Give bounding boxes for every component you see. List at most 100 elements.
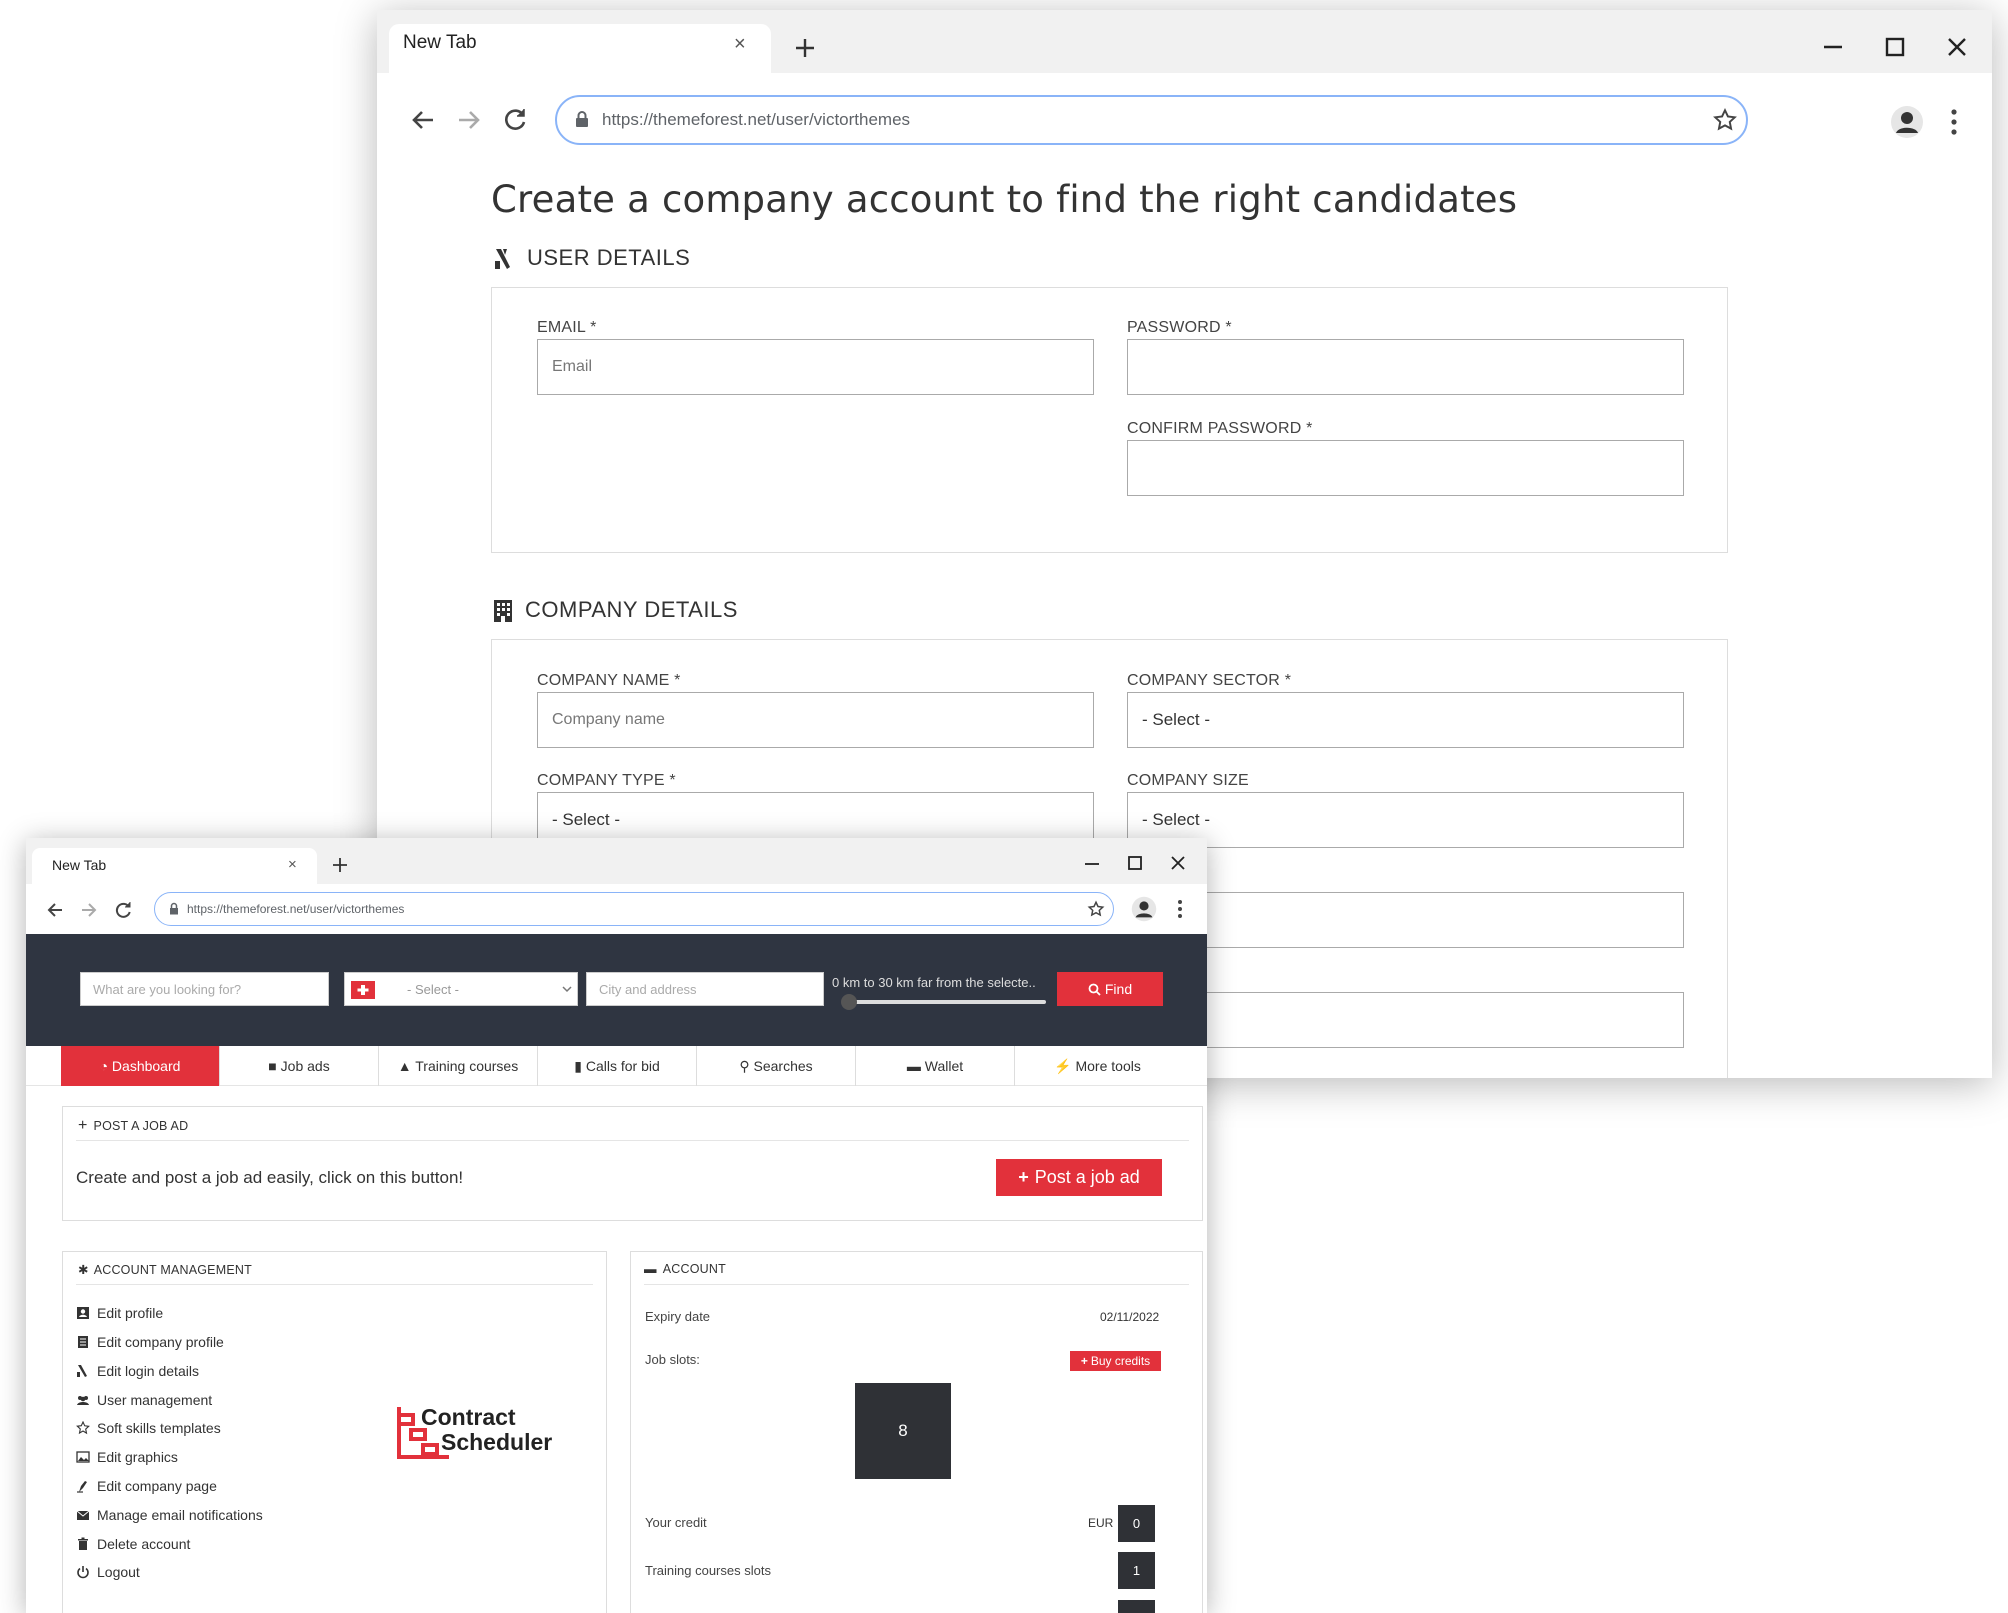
kebab-menu-icon[interactable] — [1176, 897, 1184, 921]
key-icon — [495, 249, 510, 270]
menu-edit-company-profile[interactable]: Edit company profile — [76, 1332, 224, 1352]
email-label: EMAIL * — [537, 319, 597, 336]
country-select-value: - Select - — [407, 982, 460, 997]
minimize-icon[interactable] — [1082, 853, 1102, 873]
kebab-menu-icon[interactable] — [1949, 107, 1959, 137]
company-type-label: COMPANY TYPE * — [537, 772, 676, 789]
your-credit-label: Your credit — [645, 1515, 707, 1530]
forward-arrow-icon[interactable] — [78, 899, 100, 921]
tab-label: Training courses — [415, 1058, 519, 1074]
minimize-icon[interactable] — [1818, 32, 1848, 62]
confirm-password-field[interactable] — [1127, 440, 1684, 496]
maximize-icon[interactable] — [1880, 32, 1910, 62]
tab-label: Job ads — [280, 1058, 330, 1074]
back-arrow-icon[interactable] — [407, 104, 439, 136]
menu-label: Logout — [97, 1564, 140, 1580]
url-text: https://themeforest.net/user/victortheme… — [602, 110, 911, 129]
menu-label: Edit company page — [97, 1478, 217, 1494]
wallet-icon: ▬ — [644, 1262, 657, 1276]
account-management-heading-text: ACCOUNT MANAGEMENT — [93, 1263, 252, 1277]
tab-label: More tools — [1075, 1058, 1141, 1074]
new-tab-icon[interactable] — [331, 856, 349, 874]
tab-dashboard[interactable]: ◔ Dashboard — [61, 1046, 220, 1086]
building-icon — [78, 1336, 88, 1348]
reload-icon[interactable] — [112, 899, 134, 921]
browser-toolbar: https://themeforest.net/user/victortheme… — [377, 73, 1992, 161]
search-icon — [1088, 983, 1101, 996]
expiry-date-value: 02/11/2022 — [1100, 1310, 1160, 1324]
menu-label: Edit company profile — [97, 1334, 224, 1350]
reload-icon[interactable] — [499, 104, 531, 136]
menu-edit-profile[interactable]: Edit profile — [76, 1303, 163, 1323]
menu-label: Edit profile — [97, 1305, 164, 1321]
lock-icon — [170, 902, 178, 915]
dashboard-nav: ◔ Dashboard ■ Job ads ▲ Training courses… — [26, 1046, 1207, 1086]
menu-manage-email-notifications[interactable]: Manage email notifications — [76, 1505, 263, 1525]
distance-slider-track[interactable] — [846, 1000, 1046, 1004]
back-arrow-icon[interactable] — [44, 899, 66, 921]
password-label: PASSWORD * — [1127, 319, 1232, 336]
menu-label: Edit graphics — [97, 1449, 178, 1465]
tab-close-icon[interactable]: × — [734, 34, 746, 54]
menu-edit-company-page[interactable]: Edit company page — [76, 1476, 217, 1496]
email-field[interactable]: Email — [537, 339, 1094, 395]
keyword-search-input[interactable]: What are you looking for? — [80, 972, 329, 1006]
browser-window-front: New Tab × https://themeforest.net/user/v… — [26, 838, 1207, 1613]
tab-searches[interactable]: ⚲ Searches — [697, 1046, 856, 1086]
company-size-select[interactable]: - Select - — [1127, 792, 1684, 848]
company-field-row4[interactable] — [1127, 992, 1684, 1048]
city-address-input[interactable]: City and address — [586, 972, 824, 1006]
credit-value: 0 — [1118, 1505, 1155, 1542]
bookmark-star-icon[interactable] — [1087, 900, 1105, 918]
menu-delete-account[interactable]: Delete account — [76, 1534, 190, 1554]
company-sector-select[interactable]: - Select - — [1127, 692, 1684, 748]
tab-label: Dashboard — [111, 1058, 181, 1074]
address-bar[interactable]: https://themeforest.net/user/victortheme… — [154, 892, 1114, 926]
address-bar[interactable]: https://themeforest.net/user/victortheme… — [555, 95, 1748, 145]
tab-calls-for-bid[interactable]: ▮ Calls for bid — [538, 1046, 697, 1086]
post-job-heading: + POST A JOB AD — [78, 1117, 188, 1135]
tab-job-ads[interactable]: ■ Job ads — [220, 1046, 379, 1086]
user-details-heading-text: USER DETAILS — [527, 245, 691, 270]
building-icon — [494, 600, 512, 623]
chevron-down-icon — [562, 986, 572, 993]
menu-edit-graphics[interactable]: Edit graphics — [76, 1447, 178, 1467]
close-icon[interactable] — [1942, 32, 1972, 62]
training-slots-value: 1 — [1118, 1552, 1155, 1589]
find-button[interactable]: Find — [1057, 972, 1163, 1006]
menu-logout[interactable]: Logout — [76, 1562, 140, 1582]
page-title: Create a company account to find the rig… — [491, 178, 1518, 221]
menu-label: Delete account — [97, 1536, 191, 1552]
country-select[interactable]: - Select - — [344, 972, 578, 1006]
company-details-heading-text: COMPANY DETAILS — [525, 597, 738, 622]
forward-arrow-icon[interactable] — [453, 104, 485, 136]
buy-credits-button[interactable]: + Buy credits — [1070, 1351, 1161, 1371]
bookmark-star-icon[interactable] — [1712, 107, 1738, 133]
job-slots-value: 8 — [855, 1383, 951, 1479]
close-icon[interactable] — [1168, 853, 1188, 873]
distance-slider-handle[interactable] — [841, 994, 857, 1010]
new-tab-icon[interactable] — [793, 36, 817, 60]
power-icon — [77, 1566, 89, 1579]
account-heading-text: ACCOUNT — [662, 1262, 726, 1276]
menu-soft-skills-templates[interactable]: Soft skills templates — [76, 1418, 221, 1438]
tab-wallet[interactable]: ▬ Wallet — [856, 1046, 1015, 1086]
company-field-row3[interactable] — [1127, 892, 1684, 948]
menu-edit-login-details[interactable]: Edit login details — [76, 1361, 199, 1381]
tab-more-tools[interactable]: ⚡ More tools — [1015, 1046, 1180, 1086]
profile-avatar-icon[interactable] — [1131, 896, 1157, 922]
find-button-label: Find — [1104, 981, 1133, 997]
maximize-icon[interactable] — [1125, 853, 1145, 873]
profile-avatar-icon[interactable] — [1890, 105, 1924, 139]
post-job-button[interactable]: + Post a job ad — [996, 1159, 1162, 1196]
company-name-field[interactable]: Company name — [537, 692, 1094, 748]
tab-close-icon[interactable]: × — [288, 856, 297, 873]
tab-training-courses[interactable]: ▲ Training courses — [379, 1046, 538, 1086]
key-icon — [77, 1365, 87, 1377]
confirm-password-label: CONFIRM PASSWORD * — [1127, 420, 1313, 437]
password-field[interactable] — [1127, 339, 1684, 395]
company-size-label: COMPANY SIZE — [1127, 772, 1249, 789]
tab-label: Calls for bid — [585, 1058, 660, 1074]
profile-icon — [77, 1307, 89, 1319]
menu-user-management[interactable]: User management — [76, 1390, 212, 1410]
